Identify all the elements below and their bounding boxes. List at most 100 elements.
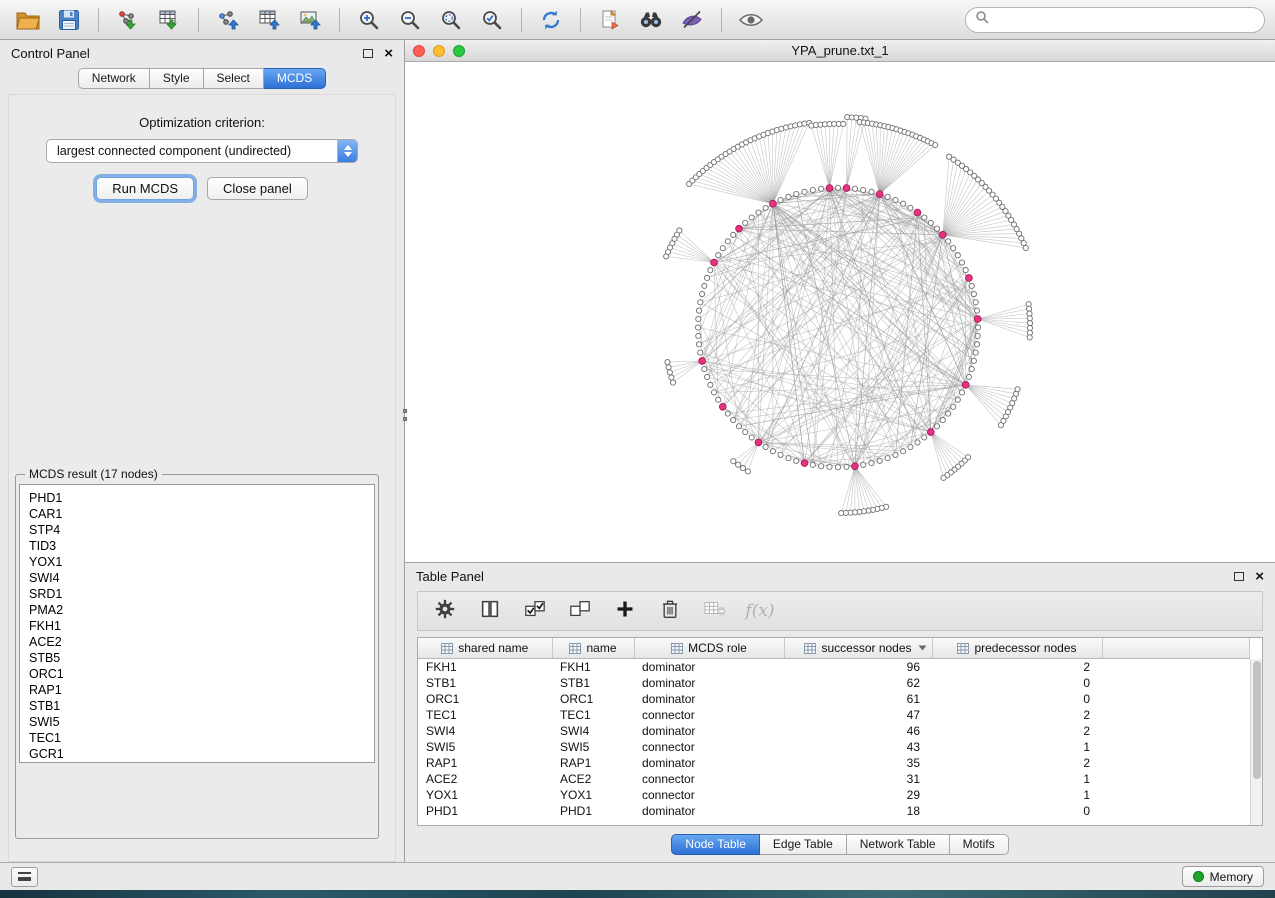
- choose-columns-button[interactable]: [477, 598, 503, 624]
- toggle-graphics-details-button[interactable]: [674, 5, 710, 35]
- graphics-details-icon: [680, 8, 704, 32]
- close-panel-icon[interactable]: ×: [384, 46, 393, 61]
- table-row[interactable]: STB1STB1dominator620: [418, 675, 1250, 691]
- table-scrollbar[interactable]: [1250, 659, 1262, 825]
- column-header-predecessor-nodes[interactable]: predecessor nodes: [932, 638, 1102, 659]
- close-panel-button[interactable]: Close panel: [207, 177, 308, 200]
- mcds-result-item[interactable]: FKH1: [29, 618, 374, 634]
- zoom-out-button[interactable]: [392, 5, 428, 35]
- mcds-result-item[interactable]: YOX1: [29, 554, 374, 570]
- mcds-result-item[interactable]: GCR1: [29, 746, 374, 762]
- cell-predecessor-nodes: 0: [932, 803, 1102, 819]
- table-row[interactable]: PHD1PHD1dominator180: [418, 803, 1250, 819]
- mcds-result-item[interactable]: STP4: [29, 522, 374, 538]
- window-close-button[interactable]: [413, 45, 425, 57]
- open-session-button[interactable]: [10, 5, 46, 35]
- float-table-panel-icon[interactable]: [1234, 572, 1244, 581]
- window-maximize-button[interactable]: [453, 45, 465, 57]
- search-input[interactable]: [995, 13, 1255, 27]
- mcds-result-item[interactable]: RAP1: [29, 682, 374, 698]
- mcds-result-item[interactable]: SRD1: [29, 586, 374, 602]
- table-row[interactable]: ORC1ORC1dominator610: [418, 691, 1250, 707]
- close-table-panel-icon[interactable]: ×: [1255, 569, 1264, 584]
- run-mcds-button[interactable]: Run MCDS: [96, 177, 194, 200]
- table-row[interactable]: SWI5SWI5connector431: [418, 739, 1250, 755]
- table-row[interactable]: SWI4SWI4dominator462: [418, 723, 1250, 739]
- network-canvas[interactable]: [405, 62, 1275, 562]
- control-tab-select[interactable]: Select: [204, 68, 264, 89]
- delete-columns-button[interactable]: [657, 598, 683, 624]
- table-tab-edge-table[interactable]: Edge Table: [760, 834, 847, 855]
- mcds-result-item[interactable]: ACE2: [29, 634, 374, 650]
- mcds-result-item[interactable]: STB5: [29, 650, 374, 666]
- column-header-mcds-role[interactable]: MCDS role: [634, 638, 784, 659]
- deselect-all-button[interactable]: [567, 598, 593, 624]
- window-minimize-button[interactable]: [433, 45, 445, 57]
- float-panel-icon[interactable]: [363, 49, 373, 58]
- zoom-in-button[interactable]: [351, 5, 387, 35]
- import-network-button[interactable]: [110, 5, 146, 35]
- table-panel-tabs: Node TableEdge TableNetwork TableMotifs: [405, 834, 1275, 855]
- memory-button[interactable]: Memory: [1182, 866, 1264, 887]
- mcds-result-item[interactable]: SWI5: [29, 714, 374, 730]
- optimization-criterion-label: Optimization criterion:: [9, 115, 395, 130]
- create-column-button[interactable]: [612, 598, 638, 624]
- control-tab-mcds[interactable]: MCDS: [264, 68, 326, 89]
- zoom-selected-button[interactable]: [474, 5, 510, 35]
- panel-splitter[interactable]: [401, 404, 408, 426]
- mcds-result-item[interactable]: TEC1: [29, 730, 374, 746]
- control-tab-network[interactable]: Network: [78, 68, 150, 89]
- table-row[interactable]: YOX1YOX1connector291: [418, 787, 1250, 803]
- cell-filler: [1102, 803, 1250, 819]
- main-toolbar: [0, 0, 1275, 40]
- cell-shared-name: RAP1: [418, 755, 552, 771]
- mcds-result-item[interactable]: PMA2: [29, 602, 374, 618]
- column-header-name[interactable]: name: [552, 638, 634, 659]
- mcds-result-item[interactable]: STB1: [29, 698, 374, 714]
- mcds-result-item[interactable]: TID3: [29, 538, 374, 554]
- save-session-button[interactable]: [51, 5, 87, 35]
- table-tab-node-table[interactable]: Node Table: [671, 834, 760, 855]
- export-network-button[interactable]: [210, 5, 246, 35]
- search-network-button[interactable]: [633, 5, 669, 35]
- cell-shared-name: PHD1: [418, 803, 552, 819]
- cell-successor-nodes: 43: [784, 739, 932, 755]
- cell-successor-nodes: 31: [784, 771, 932, 787]
- control-tab-style[interactable]: Style: [150, 68, 204, 89]
- table-row[interactable]: FKH1FKH1dominator962: [418, 659, 1250, 675]
- select-all-button[interactable]: [522, 598, 548, 624]
- cell-filler: [1102, 787, 1250, 803]
- table-row[interactable]: RAP1RAP1dominator352: [418, 755, 1250, 771]
- export-table-button[interactable]: [251, 5, 287, 35]
- clone-network-button[interactable]: [592, 5, 628, 35]
- mcds-result-item[interactable]: PHD1: [29, 490, 374, 506]
- function-builder-button: f(x): [747, 598, 773, 624]
- column-header-successor-nodes[interactable]: successor nodes: [784, 638, 932, 659]
- column-header-filler: [1102, 638, 1250, 659]
- mcds-result-item[interactable]: CAR1: [29, 506, 374, 522]
- column-header-shared-name[interactable]: shared name: [418, 638, 552, 659]
- export-image-icon: [298, 8, 322, 32]
- table-tab-network-table[interactable]: Network Table: [847, 834, 950, 855]
- optimization-criterion-select[interactable]: largest connected component (undirected): [46, 139, 358, 163]
- import-table-button[interactable]: [151, 5, 187, 35]
- scrollbar-thumb[interactable]: [1253, 661, 1261, 779]
- table-row[interactable]: ACE2ACE2connector311: [418, 771, 1250, 787]
- mcds-result-item[interactable]: ORC1: [29, 666, 374, 682]
- show-hide-panel-button[interactable]: [733, 5, 769, 35]
- table-options-button[interactable]: [432, 598, 458, 624]
- network-graph[interactable]: [405, 62, 1275, 562]
- mcds-result-item[interactable]: SWI4: [29, 570, 374, 586]
- cell-name: SWI5: [552, 739, 634, 755]
- function-icon: f(x): [745, 601, 774, 621]
- table-panel-title: Table Panel: [416, 569, 484, 584]
- cell-mcds-role: connector: [634, 787, 784, 803]
- zoom-fit-button[interactable]: [433, 5, 469, 35]
- delete-table-icon: [702, 599, 728, 624]
- table-tab-motifs[interactable]: Motifs: [950, 834, 1009, 855]
- table-row[interactable]: TEC1TEC1connector472: [418, 707, 1250, 723]
- apply-layout-button[interactable]: [533, 5, 569, 35]
- toolbar-search[interactable]: [965, 7, 1265, 33]
- export-image-button[interactable]: [292, 5, 328, 35]
- status-menu-button[interactable]: [11, 867, 38, 887]
